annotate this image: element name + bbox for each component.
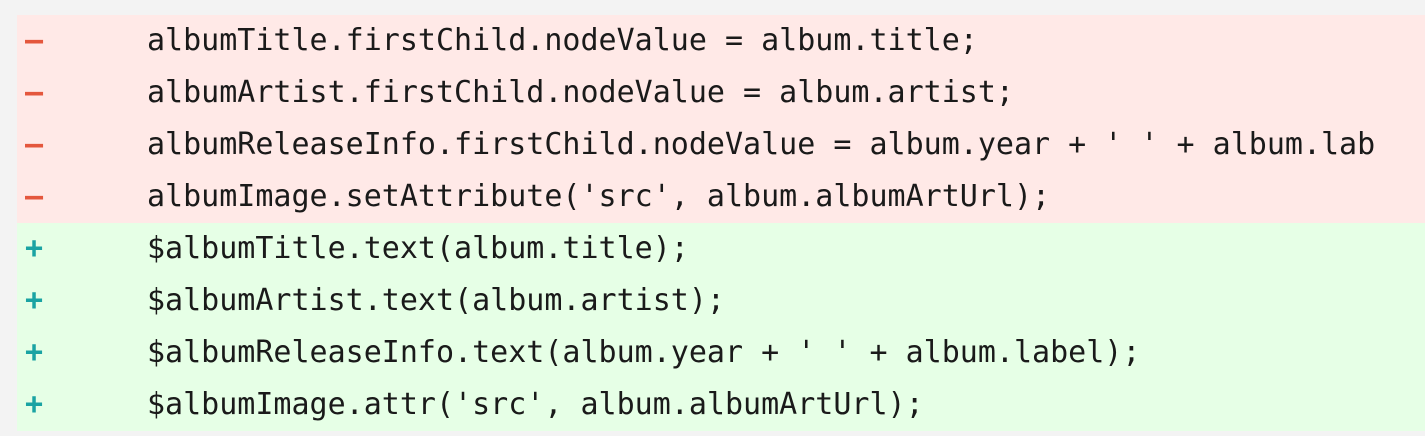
diff-line-added: + $albumReleaseInfo.text(album.year + ' … <box>17 327 1425 379</box>
code-text: $albumReleaseInfo.text(album.year + ' ' … <box>147 335 1141 370</box>
diff-line-deleted: – albumReleaseInfo.firstChild.nodeValue … <box>17 119 1425 171</box>
code-diff-view: – albumTitle.firstChild.nodeValue = albu… <box>17 15 1425 432</box>
code-text: albumArtist.firstChild.nodeValue = album… <box>147 75 1014 110</box>
addition-marker: + <box>25 387 44 422</box>
deletion-marker: – <box>25 127 44 162</box>
diff-line-deleted: – albumImage.setAttribute('src', album.a… <box>17 171 1425 223</box>
diff-line-added: + $albumArtist.text(album.artist); <box>17 275 1425 327</box>
deletion-marker: – <box>25 179 44 214</box>
addition-marker: + <box>25 335 44 370</box>
diff-top-edge <box>0 0 1425 15</box>
code-text: albumReleaseInfo.firstChild.nodeValue = … <box>147 127 1376 162</box>
code-text: albumImage.setAttribute('src', album.alb… <box>147 179 1051 214</box>
diff-line-added: + $albumTitle.text(album.title); <box>17 223 1425 275</box>
addition-marker: + <box>25 283 44 318</box>
code-text: $albumTitle.text(album.title); <box>147 231 689 266</box>
diff-line-deleted: – albumArtist.firstChild.nodeValue = alb… <box>17 67 1425 119</box>
diff-line-deleted: – albumTitle.firstChild.nodeValue = albu… <box>17 15 1425 67</box>
code-text: albumTitle.firstChild.nodeValue = album.… <box>147 23 978 58</box>
deletion-marker: – <box>25 75 44 110</box>
code-text: $albumArtist.text(album.artist); <box>147 283 725 318</box>
diff-line-added: + $albumImage.attr('src', album.albumArt… <box>17 379 1425 431</box>
code-text: $albumImage.attr('src', album.albumArtUr… <box>147 387 924 422</box>
addition-marker: + <box>25 231 44 266</box>
deletion-marker: – <box>25 23 44 58</box>
